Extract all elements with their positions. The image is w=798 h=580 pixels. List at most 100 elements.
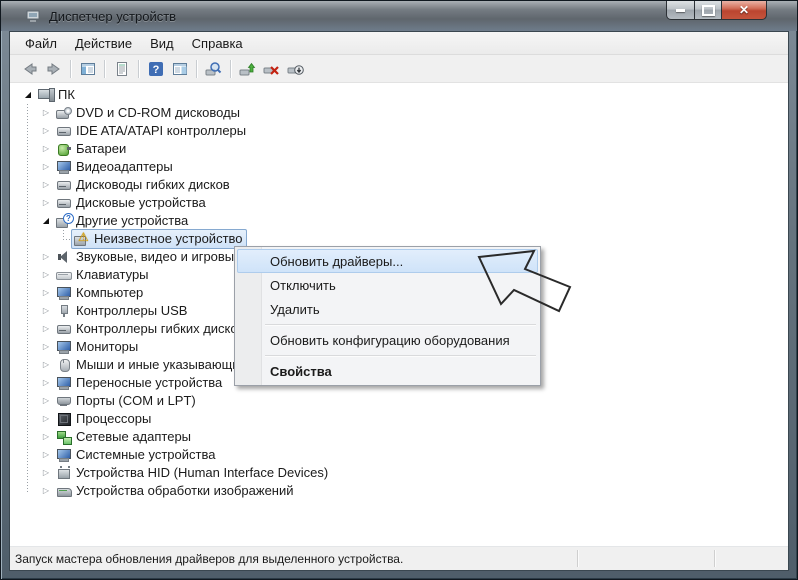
tree-item[interactable]: ПК xyxy=(10,86,788,104)
menu-file[interactable]: Файл xyxy=(16,34,66,53)
tree-item[interactable]: Дисководы гибких дисков xyxy=(10,176,788,194)
tree-expander-icon[interactable] xyxy=(39,361,53,369)
monitor-icon xyxy=(56,285,72,301)
tree-item[interactable]: Системные устройства xyxy=(10,446,788,464)
tree-item[interactable]: Батареи xyxy=(10,140,788,158)
pc-icon xyxy=(38,87,54,103)
uninstall-device-icon xyxy=(263,61,281,77)
scan-hardware-changes-icon xyxy=(205,61,223,77)
tree-expander-icon[interactable] xyxy=(39,415,53,423)
tree-expander-icon[interactable] xyxy=(39,325,53,333)
maximize-button[interactable] xyxy=(694,1,722,20)
context-menu-item[interactable]: Обновить драйверы... xyxy=(237,249,538,273)
tree-item-label: Порты (COM и LPT) xyxy=(72,392,196,410)
context-menu-separator xyxy=(265,324,536,325)
tree-expander-icon[interactable] xyxy=(39,253,53,261)
drive-icon xyxy=(56,123,72,139)
status-bar: Запуск мастера обновления драйверов для … xyxy=(10,546,788,570)
context-menu-item[interactable]: Свойства xyxy=(237,359,538,383)
properties-icon xyxy=(114,61,130,77)
tree-expander-icon[interactable] xyxy=(39,469,53,477)
monitor-icon xyxy=(56,339,72,355)
menu-view[interactable]: Вид xyxy=(141,34,183,53)
tree-item[interactable]: Видеоадаптеры xyxy=(10,158,788,176)
minimize-button[interactable] xyxy=(666,1,695,20)
battery-icon xyxy=(56,141,72,157)
show-console-tree-icon xyxy=(80,61,96,77)
tree-expander-icon[interactable] xyxy=(39,343,53,351)
tree-item-label: Компьютер xyxy=(72,284,143,302)
disable-device-button[interactable] xyxy=(284,58,308,80)
keyboard-icon xyxy=(56,267,72,283)
tree-expander-icon[interactable] xyxy=(39,451,53,459)
back-button[interactable] xyxy=(18,58,42,80)
tree-expander-icon[interactable] xyxy=(39,289,53,297)
tree-item[interactable]: Сетевые адаптеры xyxy=(10,428,788,446)
context-menu-item-label: Свойства xyxy=(270,364,332,379)
menu-help[interactable]: Справка xyxy=(183,34,252,53)
update-driver-icon xyxy=(239,61,257,77)
close-icon xyxy=(739,4,749,16)
forward-button[interactable] xyxy=(42,58,66,80)
properties-button[interactable] xyxy=(110,58,134,80)
speaker-icon xyxy=(56,249,72,265)
tree-connector-line xyxy=(63,239,71,240)
tree-item[interactable]: Дисковые устройства xyxy=(10,194,788,212)
show-console-tree-button[interactable] xyxy=(76,58,100,80)
tree-expander-icon[interactable] xyxy=(39,271,53,279)
tree-item[interactable]: Устройства обработки изображений xyxy=(10,482,788,500)
menu-bar: Файл Действие Вид Справка xyxy=(10,32,788,55)
tree-item-label: Контроллеры USB xyxy=(72,302,187,320)
device-manager-app-icon xyxy=(25,8,41,24)
monitor-icon xyxy=(56,159,72,175)
monitor-icon xyxy=(56,375,72,391)
show-action-pane-button[interactable] xyxy=(168,58,192,80)
chipq-icon xyxy=(56,213,72,229)
context-menu-item[interactable]: Обновить конфигурацию оборудования xyxy=(237,328,538,352)
tree-expander-icon[interactable] xyxy=(39,379,53,387)
tree-item-label: Клавиатуры xyxy=(72,266,149,284)
menu-action[interactable]: Действие xyxy=(66,34,141,53)
tree-item-label: Дисковые устройства xyxy=(72,194,206,212)
context-menu-separator xyxy=(265,355,536,356)
update-driver-button[interactable] xyxy=(236,58,260,80)
tree-item[interactable]: Устройства HID (Human Interface Devices) xyxy=(10,464,788,482)
toolbar-separator xyxy=(70,60,72,78)
tree-item-label: Сетевые адаптеры xyxy=(72,428,191,446)
help-button[interactable]: ? xyxy=(144,58,168,80)
tree-expander-icon[interactable] xyxy=(39,145,53,153)
tree-item[interactable]: Порты (COM и LPT) xyxy=(10,392,788,410)
context-menu-item-label: Обновить драйверы... xyxy=(270,254,403,269)
tree-expander-icon[interactable] xyxy=(39,163,53,171)
tree-expander-icon[interactable] xyxy=(39,433,53,441)
tree-item[interactable]: DVD и CD-ROM дисководы xyxy=(10,104,788,122)
tree-item-label: IDE ATA/ATAPI контроллеры xyxy=(72,122,246,140)
tree-expander-icon[interactable] xyxy=(39,127,53,135)
tree-expander-icon[interactable] xyxy=(39,199,53,207)
close-button[interactable] xyxy=(721,1,767,20)
ports-icon xyxy=(56,393,72,409)
monitor-icon xyxy=(56,447,72,463)
scan-hardware-changes-button[interactable] xyxy=(202,58,226,80)
tree-item[interactable]: Процессоры xyxy=(10,410,788,428)
context-menu-item[interactable]: Удалить xyxy=(237,297,538,321)
svg-text:?: ? xyxy=(153,64,160,76)
tree-expander-icon[interactable] xyxy=(39,397,53,405)
tree-expander-icon[interactable] xyxy=(39,217,53,225)
context-menu-item-label: Отключить xyxy=(270,278,336,293)
toolbar-separator xyxy=(230,60,232,78)
drive-icon xyxy=(56,177,72,193)
tree-item-label: Контроллеры гибких дисков xyxy=(72,320,245,338)
uninstall-device-button[interactable] xyxy=(260,58,284,80)
tree-expander-icon[interactable] xyxy=(39,109,53,117)
context-menu-item-label: Обновить конфигурацию оборудования xyxy=(270,333,510,348)
context-menu-item[interactable]: Отключить xyxy=(237,273,538,297)
tree-item-label: Неизвестное устройство xyxy=(90,230,243,248)
tree-expander-icon[interactable] xyxy=(39,307,53,315)
tree-expander-icon[interactable] xyxy=(39,181,53,189)
tree-item[interactable]: Другие устройства xyxy=(10,212,788,230)
tree-expander-icon[interactable] xyxy=(21,91,35,99)
tree-expander-icon[interactable] xyxy=(39,487,53,495)
tree-item[interactable]: IDE ATA/ATAPI контроллеры xyxy=(10,122,788,140)
drive-icon xyxy=(56,195,72,211)
